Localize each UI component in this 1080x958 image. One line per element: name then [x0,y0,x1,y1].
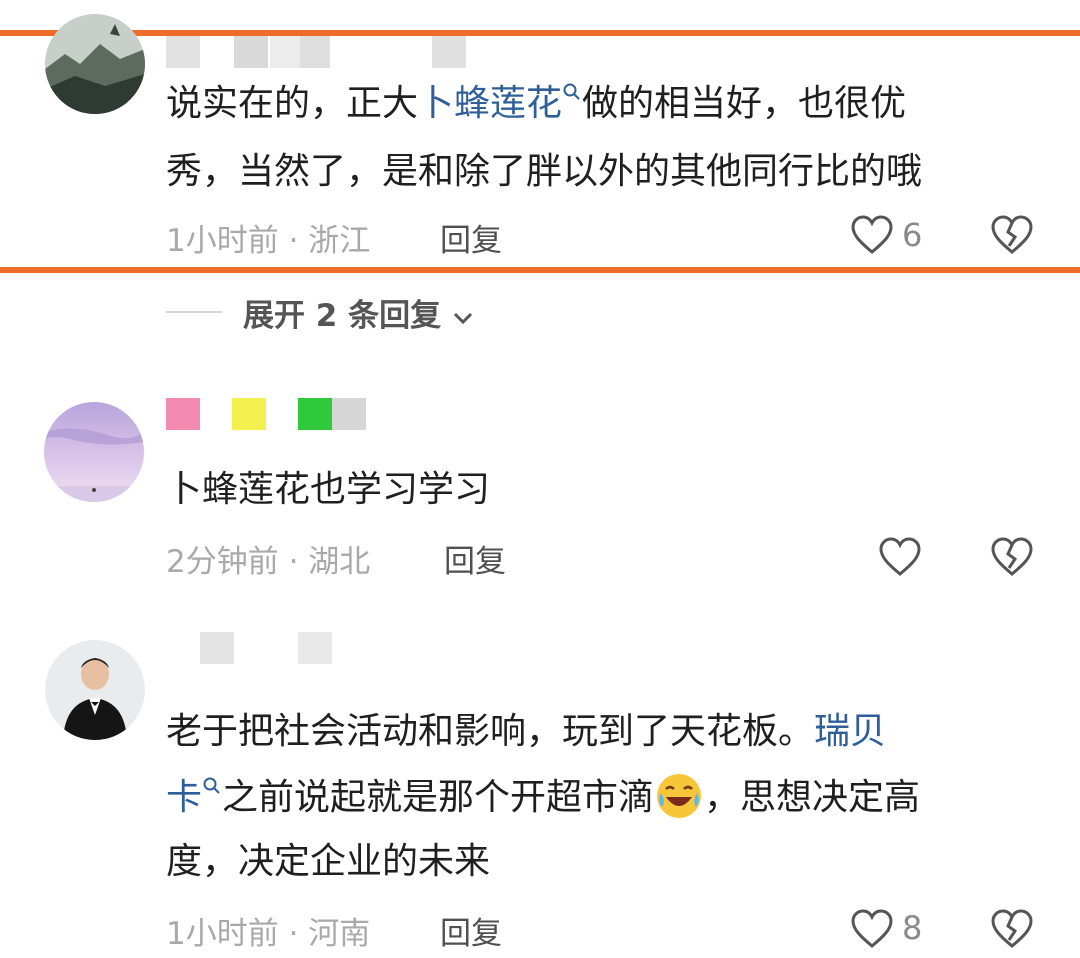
reply-button[interactable]: 回复 [444,536,506,581]
divider [166,311,222,313]
comment-text-line-1: 老于把社会活动和影响，玩到了天花板。瑞贝 [166,711,887,752]
reply-button[interactable]: 回复 [440,215,502,260]
avatar[interactable] [45,14,145,114]
comment-meta: 2分钟前 · 湖北 [166,544,371,580]
link-keyword[interactable]: 瑞贝 [814,711,886,752]
comment-text-line-2: 秀，当然了，是和除了胖以外的其他同行比的哦 [166,151,923,192]
dislike-broken-heart-icon[interactable] [990,536,1034,578]
chevron-down-icon [453,312,473,324]
highlight-line-bottom [0,267,1080,273]
comment-text-line-1: 说实在的，正大卜蜂莲花 做的相当好，也很优 [166,83,907,124]
avatar[interactable] [44,402,144,502]
comment-text: 卜蜂莲花也学习学习 [166,469,491,510]
comment-meta: 1小时前 · 河南 [166,916,371,952]
search-icon [203,777,220,794]
like-count: 8 [902,909,923,947]
comment-text-line-3: 度，决定企业的未来 [166,841,491,882]
laughing-emoji-icon [657,774,702,818]
comment-meta: 1小时前 · 浙江 [166,223,371,259]
like-heart-icon[interactable] [850,908,894,950]
link-keyword[interactable]: 卡 [166,777,222,818]
comment-text-line-2: 卡之前说起就是那个开超市滴 ，思想决定高 [166,766,920,830]
expand-replies-button[interactable]: 展开 2 条回复 [243,290,474,335]
link-keyword[interactable]: 卜蜂莲花 [418,83,582,124]
search-icon [563,83,580,100]
avatar[interactable] [45,640,145,740]
like-count: 6 [902,216,923,254]
reply-button[interactable]: 回复 [440,908,502,953]
dislike-broken-heart-icon[interactable] [990,908,1034,950]
dislike-broken-heart-icon[interactable] [990,214,1034,256]
highlight-line-top [0,30,1080,36]
like-heart-icon[interactable] [850,214,894,256]
like-heart-icon[interactable] [878,536,922,578]
